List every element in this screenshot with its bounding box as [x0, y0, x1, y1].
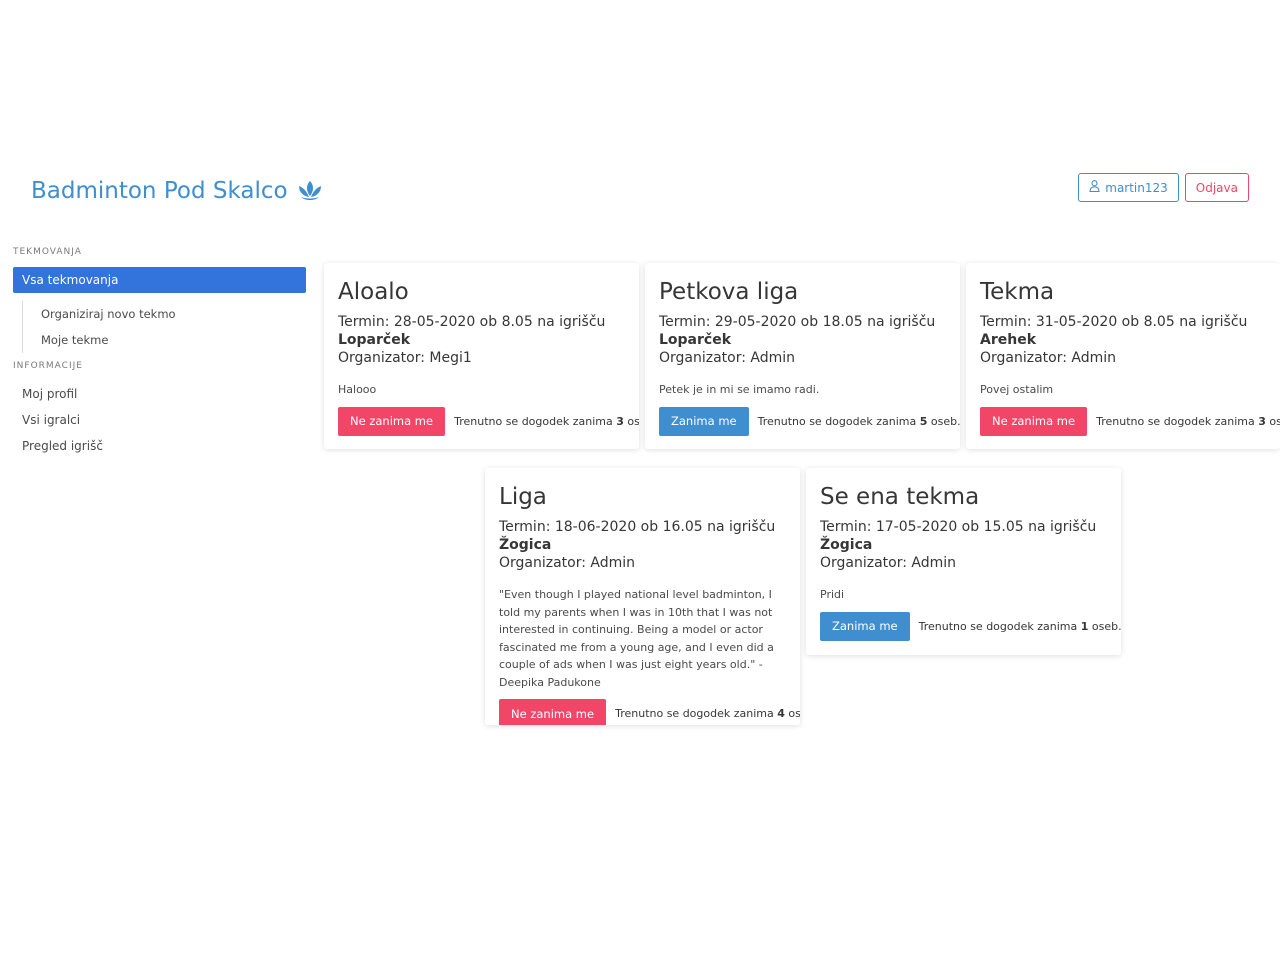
event-description: Povej ostalim: [980, 383, 1054, 396]
event-venue: Žogica: [499, 537, 552, 553]
event-title: Tekma: [980, 279, 1055, 305]
event-title: Petkova liga: [659, 279, 799, 305]
interest-count: Trenutno se dogodek zanima 4 oseb.: [615, 707, 800, 720]
event-termin: Termin: 31-05-2020 ob 8.05 na igrišču: [980, 314, 1248, 330]
sidebar-item-my-matches[interactable]: Moje tekme: [31, 327, 306, 353]
sidebar-item-organize-new[interactable]: Organiziraj novo tekmo: [31, 301, 306, 327]
event-termin: Termin: 18-06-2020 ob 16.05 na igrišču: [499, 519, 776, 535]
event-card: Tekma Termin: 31-05-2020 ob 8.05 na igri…: [966, 263, 1280, 449]
event-title: Se ena tekma: [820, 484, 980, 510]
not-interested-button[interactable]: Ne zanima me: [499, 699, 607, 725]
logout-button[interactable]: Odjava: [1184, 173, 1249, 202]
interest-count: Trenutno se dogodek zanima 3 oseb.: [1096, 414, 1280, 428]
event-organizer: Organizator: Megi1: [338, 350, 472, 366]
event-card: Petkova liga Termin: 29-05-2020 ob 18.05…: [645, 263, 960, 449]
event-venue: Žogica: [820, 537, 873, 553]
sidebar-item-all-players[interactable]: Vsi igralci: [13, 407, 306, 433]
interested-button[interactable]: Zanima me: [820, 611, 910, 641]
event-card: Liga Termin: 18-06-2020 ob 16.05 na igri…: [485, 468, 800, 725]
brand-title: Badminton Pod Skalco: [31, 178, 288, 204]
event-termin: Termin: 17-05-2020 ob 15.05 na igrišču: [820, 519, 1097, 535]
event-organizer: Organizator: Admin: [980, 350, 1117, 366]
event-organizer: Organizator: Admin: [820, 555, 957, 571]
event-venue: Loparček: [338, 332, 411, 348]
interest-count: Trenutno se dogodek zanima 1 oseb.: [918, 619, 1121, 633]
sidebar-menu: Tekmovanja Vsa tekmovanja Organiziraj no…: [13, 245, 306, 459]
menu-label-info: Informacije: [13, 361, 83, 371]
event-termin: Termin: 29-05-2020 ob 18.05 na igrišču: [659, 314, 936, 330]
interested-button[interactable]: Zanima me: [659, 406, 749, 436]
sidebar-item-all-competitions[interactable]: Vsa tekmovanja: [13, 267, 306, 293]
not-interested-button[interactable]: Ne zanima me: [980, 406, 1088, 436]
event-description: Petek je in mi se imamo radi.: [659, 383, 820, 396]
interest-count: Trenutno se dogodek zanima 3 oseb.: [454, 414, 639, 428]
spa-icon: [296, 180, 324, 202]
event-title: Aloalo: [338, 279, 409, 305]
submenu-competitions: Organiziraj novo tekmo Moje tekme: [22, 301, 306, 353]
sidebar-item-my-profile[interactable]: Moj profil: [13, 381, 306, 407]
event-venue: Loparček: [659, 332, 732, 348]
event-description: "Even though I played national level bad…: [499, 588, 774, 689]
user-icon: [1089, 180, 1100, 195]
user-profile-button[interactable]: martin123: [1078, 173, 1179, 202]
not-interested-button[interactable]: Ne zanima me: [338, 406, 446, 436]
event-organizer: Organizator: Admin: [499, 555, 636, 571]
sidebar-item-courts[interactable]: Pregled igrišč: [13, 433, 306, 459]
event-title: Liga: [499, 484, 547, 510]
event-card: Aloalo Termin: 28-05-2020 ob 8.05 na igr…: [324, 263, 639, 449]
user-label: martin123: [1105, 180, 1168, 195]
menu-label-competitions: Tekmovanja: [13, 247, 82, 257]
interest-count: Trenutno se dogodek zanima 5 oseb.: [757, 414, 960, 428]
event-termin: Termin: 28-05-2020 ob 8.05 na igrišču: [338, 314, 606, 330]
event-description: Pridi: [820, 588, 845, 601]
event-organizer: Organizator: Admin: [659, 350, 796, 366]
event-venue: Arehek: [980, 332, 1037, 348]
top-actions: martin123 Odjava: [1078, 173, 1249, 202]
brand-logo[interactable]: Badminton Pod Skalco: [31, 174, 324, 208]
event-card: Se ena tekma Termin: 17-05-2020 ob 15.05…: [806, 468, 1121, 655]
event-description: Halooo: [338, 383, 377, 396]
